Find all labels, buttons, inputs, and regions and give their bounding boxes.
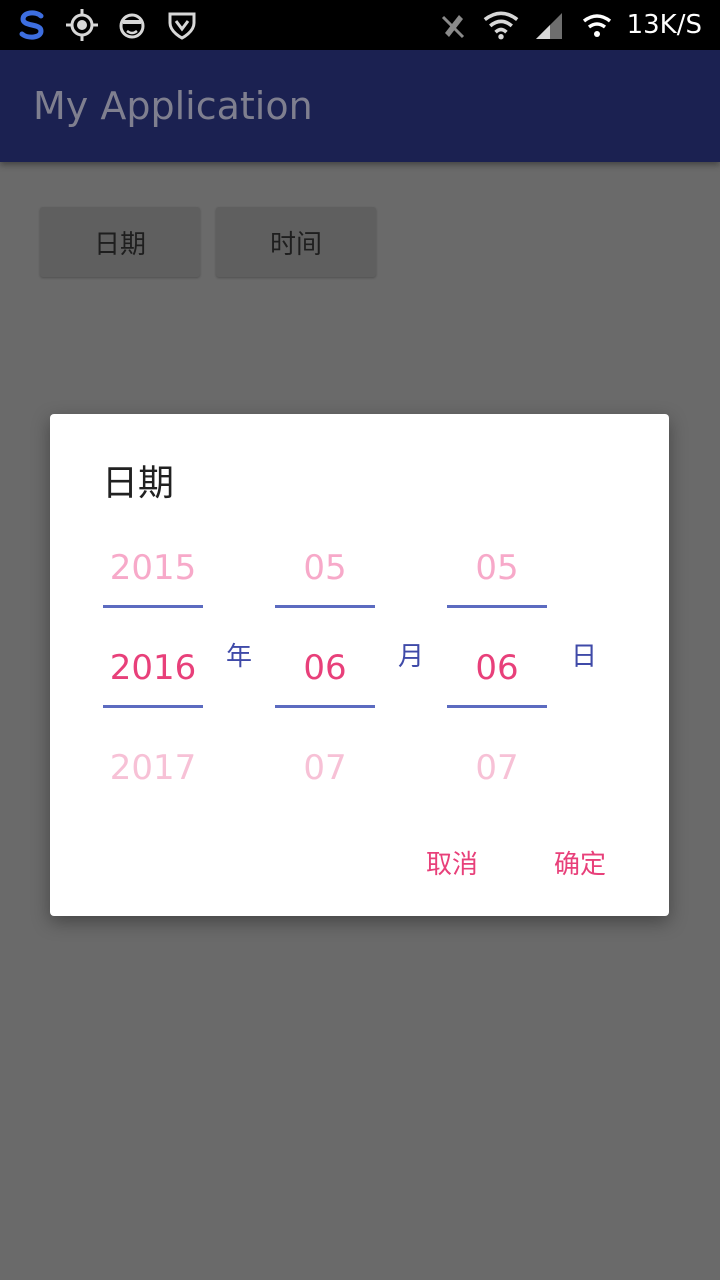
status-left-icons <box>14 0 200 50</box>
day-divider-top <box>447 605 547 608</box>
year-picker[interactable]: 2015 2016 2017 <box>103 518 203 818</box>
day-prev[interactable]: 05 <box>447 518 547 618</box>
shield-icon <box>164 7 200 43</box>
dialog-title: 日期 <box>102 463 175 504</box>
day-unit-label: 日 <box>571 642 598 672</box>
signal-icon <box>531 7 567 43</box>
app-title: My Application <box>33 84 313 128</box>
mute-icon <box>435 7 471 43</box>
face-icon <box>114 7 150 43</box>
year-prev[interactable]: 2015 <box>103 518 203 618</box>
gps-icon <box>64 7 100 43</box>
wifi-hotspot-icon <box>579 7 615 43</box>
wifi-icon <box>483 7 519 43</box>
app-bar: My Application <box>0 50 720 162</box>
date-picker-dialog: 日期 2015 2016 2017 年 05 06 07 月 05 06 07 … <box>50 414 669 916</box>
year-unit-label: 年 <box>226 642 253 672</box>
month-divider-top <box>275 605 375 608</box>
month-prev[interactable]: 05 <box>275 518 375 618</box>
month-divider-bottom <box>275 705 375 708</box>
confirm-button[interactable]: 确定 <box>554 844 606 881</box>
year-next[interactable]: 2017 <box>103 718 203 818</box>
day-current[interactable]: 06 <box>447 618 547 718</box>
month-next[interactable]: 07 <box>275 718 375 818</box>
cancel-button[interactable]: 取消 <box>426 844 478 881</box>
day-divider-bottom <box>447 705 547 708</box>
status-bar: 13K/S <box>0 0 720 50</box>
date-button[interactable]: 日期 <box>40 207 200 277</box>
year-divider-top <box>103 605 203 608</box>
net-speed-text: 13K/S <box>626 10 702 40</box>
month-current[interactable]: 06 <box>275 618 375 718</box>
sogou-icon <box>14 7 50 43</box>
month-picker[interactable]: 05 06 07 <box>275 518 375 818</box>
year-divider-bottom <box>103 705 203 708</box>
status-right-icons: 13K/S <box>435 0 702 50</box>
day-next[interactable]: 07 <box>447 718 547 818</box>
month-unit-label: 月 <box>398 642 425 672</box>
year-current[interactable]: 2016 <box>103 618 203 718</box>
time-button[interactable]: 时间 <box>216 207 376 277</box>
day-picker[interactable]: 05 06 07 <box>447 518 547 818</box>
